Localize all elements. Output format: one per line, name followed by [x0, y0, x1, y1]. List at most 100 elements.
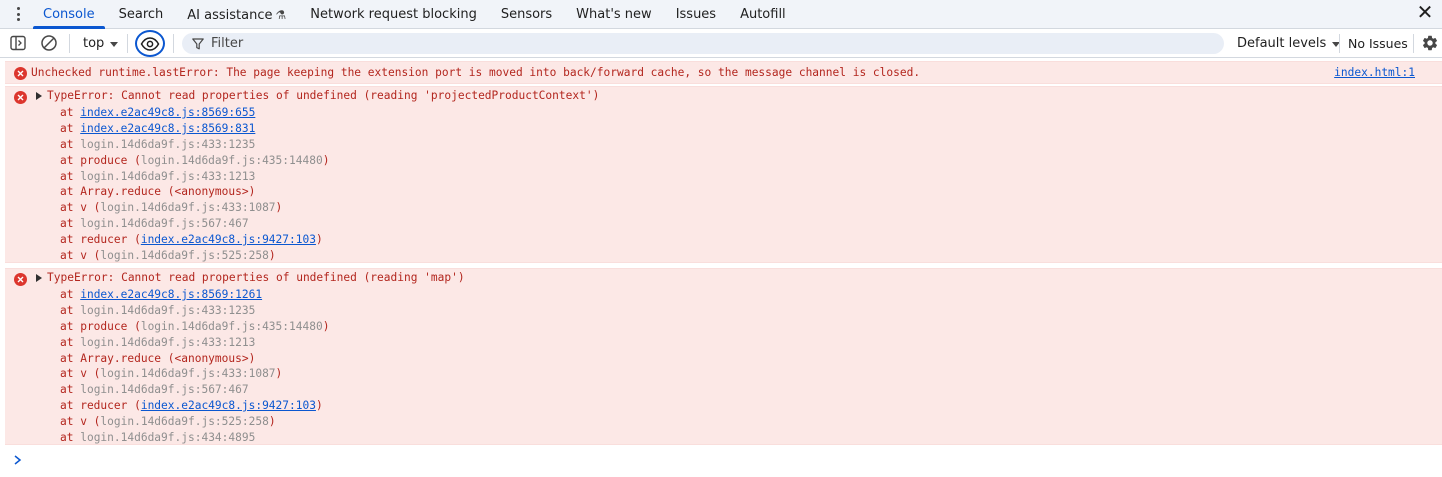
stack-frame: at produce (login.14d6da9f.js:435:14480) — [60, 153, 329, 169]
console-error-message: Unchecked runtime.lastError: The page ke… — [5, 61, 1442, 84]
chevron-down-icon — [110, 42, 119, 47]
frame-suffix: ) — [315, 399, 323, 413]
console-error-message: TypeError: Cannot read properties of und… — [5, 268, 1442, 445]
stack-frame: at login.14d6da9f.js:433:1213 — [60, 169, 329, 185]
stack-frame: at v (login.14d6da9f.js:433:1087) — [60, 200, 329, 216]
frame-prefix: at — [60, 217, 81, 231]
frame-prefix: at v ( — [60, 249, 101, 263]
close-icon[interactable]: ✕ — [1416, 2, 1434, 22]
frame-prefix: at v ( — [60, 201, 101, 215]
stack-trace: at index.e2ac49c8.js:8569:655 at index.e2… — [60, 105, 329, 264]
console-prompt-icon[interactable] — [12, 453, 24, 467]
toolbar-divider — [127, 34, 128, 53]
frame-prefix: at — [60, 431, 81, 445]
frame-source-link[interactable]: index.e2ac49c8.js:9427:103 — [141, 233, 316, 246]
context-select[interactable]: top — [83, 29, 119, 58]
frame-prefix: at v ( — [60, 415, 101, 429]
stack-frame: at index.e2ac49c8.js:8569:1261 — [60, 287, 329, 303]
more-options-icon[interactable] — [9, 4, 27, 24]
stack-frame: at login.14d6da9f.js:433:1235 — [60, 137, 329, 153]
frame-prefix: at v ( — [60, 367, 101, 381]
frame-suffix: ) — [275, 367, 283, 381]
gear-icon[interactable] — [1421, 34, 1439, 52]
frame-source: login.14d6da9f.js:435:14480 — [140, 319, 323, 333]
live-expression-button[interactable] — [135, 30, 165, 57]
frame-prefix: at — [60, 335, 81, 349]
frame-source-link[interactable]: index.e2ac49c8.js:8569:655 — [80, 106, 255, 119]
frame-suffix: ) — [268, 415, 276, 429]
frame-source: login.14d6da9f.js:433:1087 — [100, 367, 276, 381]
error-icon — [14, 273, 27, 286]
source-link[interactable]: index.html:1 — [1334, 66, 1415, 79]
frame-prefix: at reducer ( — [60, 399, 141, 413]
frame-suffix: ) — [322, 319, 330, 333]
error-icon — [14, 91, 27, 104]
stack-trace-toggle[interactable]: TypeError: Cannot read properties of und… — [36, 271, 465, 284]
tab-search[interactable]: Search — [107, 0, 176, 29]
filter-icon — [192, 37, 204, 49]
toolbar-divider — [1339, 34, 1340, 53]
frame-source: login.14d6da9f.js:525:258 — [100, 249, 269, 263]
error-text: Unchecked runtime.lastError: The page ke… — [31, 66, 921, 79]
clear-console-icon[interactable] — [40, 34, 58, 52]
frame-prefix: at — [60, 106, 81, 119]
devtools-tab-strip: Console Search AI assistance ⚗ Network re… — [0, 0, 1442, 29]
stack-frame: at login.14d6da9f.js:567:467 — [60, 216, 329, 232]
tab-issues[interactable]: Issues — [664, 0, 728, 29]
frame-prefix: at — [60, 169, 81, 183]
error-text: TypeError: Cannot read properties of und… — [47, 271, 465, 284]
frame-source: login.14d6da9f.js:567:467 — [80, 383, 249, 397]
toolbar-divider — [173, 34, 174, 53]
frame-prefix: at — [60, 383, 81, 397]
tab-sensors[interactable]: Sensors — [489, 0, 564, 29]
frame-prefix: at produce ( — [60, 319, 141, 333]
flask-icon: ⚗ — [275, 8, 287, 22]
toolbar-divider — [69, 34, 70, 53]
filter-input[interactable] — [211, 36, 1111, 51]
issues-counter[interactable]: No Issues — [1348, 29, 1408, 58]
console-error-message: TypeError: Cannot read properties of und… — [5, 86, 1442, 263]
expand-triangle-icon — [36, 273, 42, 282]
stack-trace: at index.e2ac49c8.js:8569:1261 at login.1… — [60, 287, 329, 446]
stack-frame: at produce (login.14d6da9f.js:435:14480) — [60, 319, 329, 335]
toolbar-divider — [1413, 34, 1414, 53]
stack-frame: at reducer (index.e2ac49c8.js:9427:103) — [60, 232, 329, 248]
frame-source: login.14d6da9f.js:433:1235 — [80, 137, 256, 151]
tab-network-request-blocking[interactable]: Network request blocking — [298, 0, 489, 29]
tab-whats-new[interactable]: What's new — [564, 0, 664, 29]
frame-suffix: ) — [322, 153, 330, 167]
stack-frame: at index.e2ac49c8.js:8569:655 — [60, 105, 329, 121]
error-text: TypeError: Cannot read properties of und… — [47, 89, 600, 102]
log-levels-dropdown[interactable]: Default levels — [1237, 29, 1341, 58]
tab-ai-assistance[interactable]: AI assistance ⚗ — [175, 0, 298, 29]
stack-frame: at reducer (index.e2ac49c8.js:9427:103) — [60, 398, 329, 414]
stack-frame: at Array.reduce (<anonymous>) — [60, 184, 329, 200]
frame-source: login.14d6da9f.js:433:1087 — [100, 201, 276, 215]
frame-suffix: ) — [315, 233, 323, 247]
frame-source-link[interactable]: index.e2ac49c8.js:8569:831 — [80, 122, 255, 135]
frame-prefix: at Array.reduce (<anonymous>) — [60, 185, 256, 199]
stack-frame: at login.14d6da9f.js:433:1235 — [60, 303, 329, 319]
stack-frame: at login.14d6da9f.js:567:467 — [60, 382, 329, 398]
frame-prefix: at — [60, 137, 81, 151]
show-sidebar-icon[interactable] — [10, 35, 26, 51]
frame-source-link[interactable]: index.e2ac49c8.js:8569:1261 — [80, 288, 262, 301]
frame-prefix: at — [60, 121, 81, 135]
frame-source-link[interactable]: index.e2ac49c8.js:9427:103 — [141, 399, 316, 412]
stack-frame: at index.e2ac49c8.js:8569:831 — [60, 121, 329, 137]
expand-triangle-icon — [36, 91, 42, 100]
stack-frame: at login.14d6da9f.js:433:1213 — [60, 335, 329, 351]
filter-box[interactable] — [182, 33, 1224, 54]
stack-trace-toggle[interactable]: TypeError: Cannot read properties of und… — [36, 89, 599, 102]
frame-prefix: at — [60, 288, 81, 301]
stack-frame: at v (login.14d6da9f.js:525:258) — [60, 414, 329, 430]
frame-source: login.14d6da9f.js:435:14480 — [140, 153, 323, 167]
frame-source: login.14d6da9f.js:525:258 — [100, 415, 269, 429]
error-icon — [14, 67, 27, 80]
tab-console[interactable]: Console — [31, 0, 107, 29]
console-toolbar: top Default levels No Issues — [0, 29, 1442, 58]
stack-frame: at v (login.14d6da9f.js:433:1087) — [60, 366, 329, 382]
frame-source: login.14d6da9f.js:434:4895 — [80, 431, 256, 445]
frame-source: login.14d6da9f.js:433:1213 — [80, 335, 256, 349]
tab-autofill[interactable]: Autofill — [728, 0, 798, 29]
